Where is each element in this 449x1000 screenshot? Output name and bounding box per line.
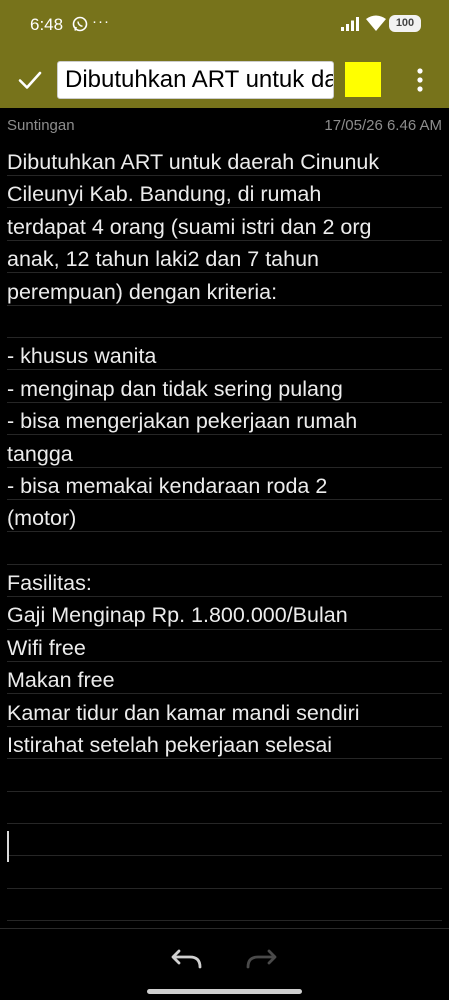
more-vertical-icon[interactable]: [404, 63, 436, 97]
note-color-button[interactable]: [345, 62, 381, 97]
bottom-bar: [0, 928, 449, 1000]
note-text-line: Gaji Menginap Rp. 1.800.000/Bulan: [7, 603, 348, 628]
status-time: 6:48: [30, 15, 64, 34]
edit-datetime: 17/05/26 6.46 AM: [324, 117, 442, 134]
home-indicator[interactable]: [147, 989, 302, 994]
edit-label: Suntingan: [7, 117, 75, 134]
note-title-input[interactable]: Dibutuhkan ART untuk daerah Cinunuk Cile…: [57, 61, 334, 99]
note-text-line: - khusus wanita: [7, 344, 157, 369]
note-text-line: Wifi free: [7, 635, 86, 660]
note-text-line: - bisa mengerjakan pekerjaan rumah: [7, 409, 358, 434]
undo-icon[interactable]: [170, 945, 204, 971]
note-meta: Suntingan 17/05/26 6.46 AM: [0, 108, 449, 142]
note-text-line: terdapat 4 orang (suami istri dan 2 org: [7, 214, 372, 239]
ruled-line: [7, 855, 442, 857]
note-text-line: tangga: [7, 441, 73, 466]
battery-indicator: 100: [389, 15, 421, 32]
wifi-icon: [366, 15, 386, 31]
note-text-line: Kamar tidur dan kamar mandi sendiri: [7, 700, 360, 725]
toolbar: Dibutuhkan ART untuk daerah Cinunuk Cile…: [0, 52, 449, 108]
note-text-line: [7, 308, 443, 340]
check-icon[interactable]: [16, 66, 44, 94]
note-text-line: Istirahat setelah pekerjaan selesai: [7, 733, 333, 758]
redo-icon[interactable]: [244, 945, 278, 971]
ruled-line: [7, 823, 442, 824]
ruled-line: [7, 887, 442, 889]
note-text-line: anak, 12 tahun laki2 dan 7 tahun: [7, 247, 320, 272]
note-text-line: Dibutuhkan ART untuk daerah Cinunuk: [7, 150, 380, 174]
text-cursor: [7, 831, 9, 862]
note-text-line: (motor): [7, 506, 77, 531]
ruled-line: [7, 920, 442, 922]
note-text-line: Fasilitas:: [7, 571, 92, 596]
note-text-line: [7, 535, 443, 567]
note-text-line: perempuan) dengan kriteria:: [7, 279, 278, 304]
note-text-line: Makan free: [7, 668, 115, 693]
signal-icon: [341, 17, 359, 31]
status-overflow-dots: ···: [92, 13, 110, 30]
ruled-line: [7, 790, 442, 792]
status-bar: 6:48 ··· 100: [0, 0, 449, 52]
whatsapp-icon: [72, 16, 88, 32]
note-text-line: Cileunyi Kab. Bandung, di rumah: [7, 182, 322, 207]
note-text-line: - menginap dan tidak sering pulang: [7, 376, 343, 401]
note-text-line: - bisa memakai kendaraan roda 2: [7, 473, 328, 498]
note-editor[interactable]: Dibutuhkan ART untuk daerah Cinunuk Cileu…: [7, 146, 443, 761]
